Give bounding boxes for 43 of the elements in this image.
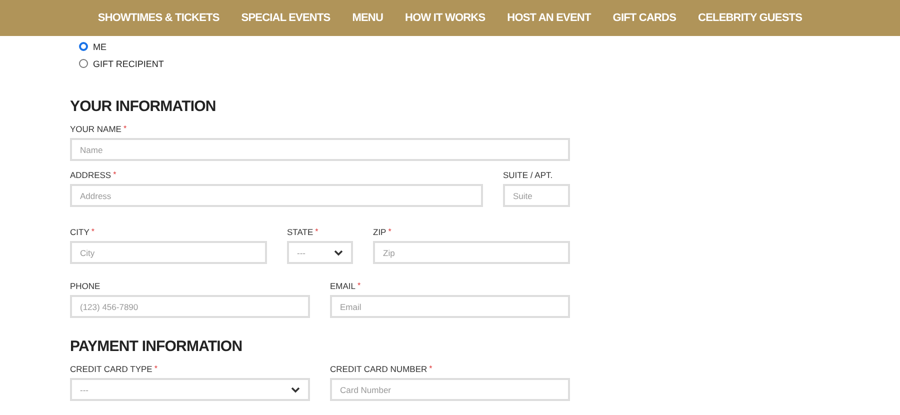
caret-icon xyxy=(291,386,300,392)
nav-link[interactable]: SPECIAL EVENTS xyxy=(241,12,330,24)
field-label: STATE xyxy=(287,227,314,237)
input-field[interactable]: Suite xyxy=(503,184,570,207)
nav-link[interactable]: SHOWTIMES & TICKETS xyxy=(98,12,220,24)
section-heading: YOUR INFORMATION xyxy=(70,98,217,115)
radio-button[interactable] xyxy=(79,59,88,68)
caret-icon xyxy=(334,250,343,256)
field-label: YOUR NAME xyxy=(70,124,122,134)
nav-link[interactable]: GIFT CARDS xyxy=(612,12,676,24)
required-mark: * xyxy=(154,364,158,373)
required-mark: * xyxy=(91,227,94,236)
nav-link[interactable]: MENU xyxy=(352,12,384,24)
nav-link[interactable]: CELEBRITY GUESTS xyxy=(698,12,802,24)
radio-button[interactable] xyxy=(79,42,88,51)
field-label: EMAIL xyxy=(330,281,356,291)
required-mark: * xyxy=(123,124,127,133)
required-mark: * xyxy=(315,227,318,236)
input-field[interactable]: Address xyxy=(70,184,483,207)
required-mark: * xyxy=(358,281,361,290)
nav-link[interactable]: HOW IT WORKS xyxy=(405,12,486,24)
field-label: SUITE / APT. xyxy=(503,170,553,180)
nav-link[interactable]: HOST AN EVENT xyxy=(507,12,591,24)
required-mark: * xyxy=(113,170,116,179)
field-label: CREDIT CARD NUMBER xyxy=(330,364,428,374)
field-label: ADDRESS xyxy=(70,170,112,180)
field-label: CREDIT CARD TYPE xyxy=(70,364,152,374)
input-field[interactable]: (123) 456-7890 xyxy=(70,295,310,318)
select-field[interactable]: --- xyxy=(70,378,310,401)
field-label: ZIP xyxy=(373,227,386,237)
required-mark: * xyxy=(429,364,432,373)
input-field[interactable]: Name xyxy=(70,138,570,161)
field-label: PHONE xyxy=(70,281,100,291)
field-label: CITY xyxy=(70,227,90,237)
input-field[interactable]: Zip xyxy=(373,241,570,264)
select-field[interactable]: --- xyxy=(287,241,353,264)
input-field[interactable]: Card Number xyxy=(330,378,570,401)
section-heading: PAYMENT INFORMATION xyxy=(70,338,244,355)
radio-label: ME xyxy=(93,42,106,52)
required-mark: * xyxy=(388,227,392,236)
input-field[interactable]: Email xyxy=(330,295,570,318)
input-field[interactable]: City xyxy=(70,241,267,264)
radio-label: GIFT RECIPIENT xyxy=(93,58,164,68)
